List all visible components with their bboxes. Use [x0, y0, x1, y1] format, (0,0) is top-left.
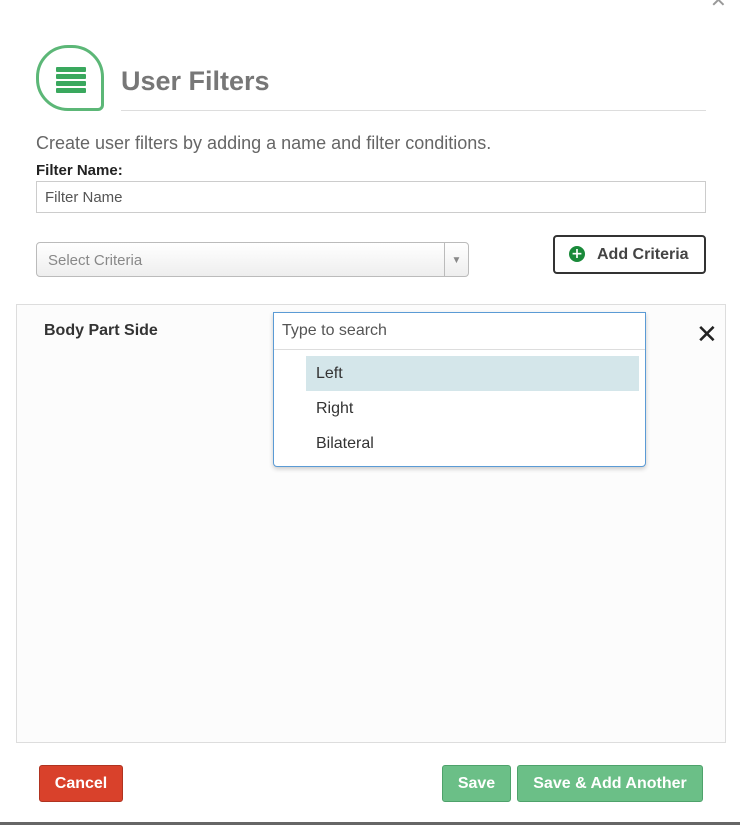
close-icon[interactable]: ✕	[710, 0, 727, 10]
dropdown-option-left[interactable]: Left	[306, 356, 639, 391]
save-button[interactable]: Save	[442, 765, 511, 802]
dropdown-option-bilateral[interactable]: Bilateral	[306, 426, 639, 461]
list-icon	[36, 45, 104, 111]
chevron-down-icon[interactable]: ▼	[444, 243, 468, 276]
title-divider	[121, 110, 706, 111]
cancel-button[interactable]: Cancel	[39, 765, 123, 802]
instructions-text: Create user filters by adding a name and…	[36, 133, 492, 153]
dropdown-option-right[interactable]: Right	[306, 391, 639, 426]
criteria-label: Body Part Side	[44, 322, 158, 339]
save-and-add-another-button[interactable]: Save & Add Another	[517, 765, 703, 802]
dropdown-search-input[interactable]	[274, 313, 645, 350]
criteria-select-placeholder: Select Criteria	[48, 252, 143, 269]
filter-name-label: Filter Name:	[36, 162, 123, 179]
add-criteria-label: Add Criteria	[597, 246, 689, 263]
filter-name-input[interactable]	[36, 181, 706, 213]
add-criteria-button[interactable]: + Add Criteria	[553, 235, 706, 274]
criteria-select[interactable]: Select Criteria ▼	[36, 242, 469, 277]
remove-criteria-icon[interactable]: ✕	[696, 322, 718, 348]
criteria-dropdown: Left Right Bilateral	[273, 312, 646, 467]
plus-circle-icon: +	[569, 246, 585, 262]
page-title: User Filters	[121, 66, 270, 96]
